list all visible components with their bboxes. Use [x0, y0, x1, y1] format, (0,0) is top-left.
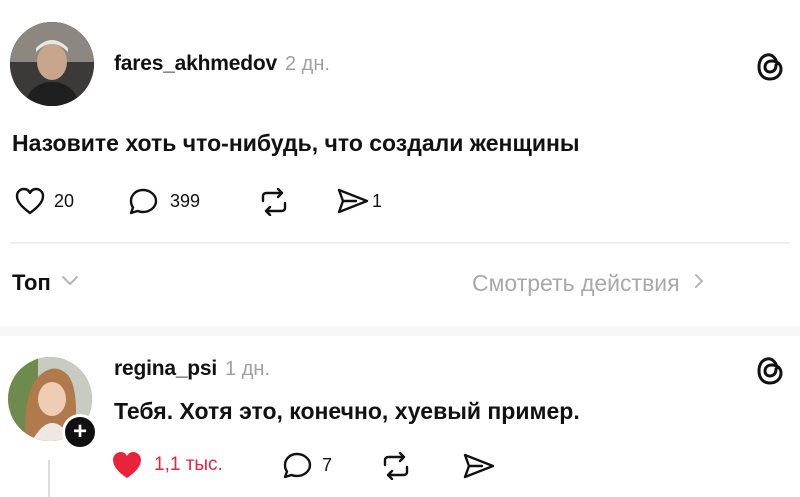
sort-label: Топ — [12, 270, 51, 295]
threads-icon[interactable] — [755, 50, 785, 87]
comment-icon — [128, 186, 160, 216]
repost-icon[interactable] — [380, 451, 412, 485]
share-icon — [336, 187, 370, 215]
reply-text: Тебя. Хотя это, конечно, хуевый пример. — [114, 398, 580, 424]
chevron-down-icon — [61, 274, 79, 292]
divider — [10, 242, 790, 244]
divider — [0, 326, 800, 336]
post-share-button[interactable]: 1 — [336, 187, 382, 215]
reply-like-count: 1,1 тыс. — [154, 454, 223, 475]
heart-icon — [14, 186, 46, 216]
post-like-button[interactable]: 20 — [14, 186, 74, 216]
comment-icon — [282, 450, 314, 480]
reply-comment-button[interactable]: 7 — [282, 450, 332, 480]
threads-icon[interactable] — [755, 354, 785, 391]
reply-author-name[interactable]: regina_psi — [114, 357, 217, 381]
view-activity-label: Смотреть действия — [472, 270, 680, 296]
post-comment-count: 399 — [170, 190, 201, 211]
view-activity-link[interactable]: Смотреть действия — [472, 270, 704, 297]
share-icon[interactable] — [462, 452, 496, 485]
post-timestamp: 2 дн. — [284, 53, 330, 75]
post-author-avatar[interactable] — [10, 22, 94, 106]
plus-icon: + — [72, 418, 87, 445]
chevron-right-icon — [694, 273, 704, 294]
reply-like-button[interactable]: 1,1 тыс. — [110, 449, 223, 481]
post-author-name[interactable]: fares_akhmedov — [114, 52, 277, 76]
sort-dropdown[interactable]: Топ — [12, 270, 79, 296]
post-share-count: 1 — [372, 190, 383, 211]
heart-icon — [110, 449, 144, 481]
post-text: Назовите хоть что-нибудь, что создали же… — [12, 130, 580, 156]
follow-plus-button[interactable]: + — [62, 414, 98, 450]
post-comment-button[interactable]: 399 — [128, 186, 200, 216]
reply-timestamp: 1 дн. — [225, 358, 270, 380]
repost-icon[interactable] — [258, 187, 290, 221]
thread-line — [48, 460, 50, 497]
post-like-count: 20 — [54, 190, 75, 211]
reply-comment-count: 7 — [322, 454, 333, 475]
